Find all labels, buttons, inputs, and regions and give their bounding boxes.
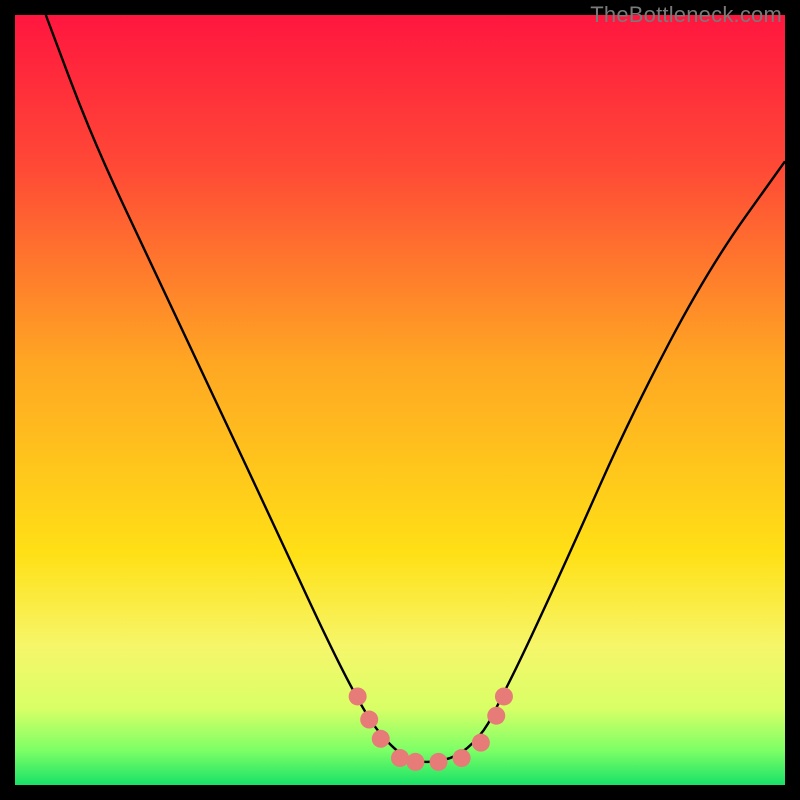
marker-point: [391, 749, 409, 767]
marker-point: [487, 707, 505, 725]
marker-point: [430, 753, 448, 771]
marker-point: [360, 711, 378, 729]
bottleneck-chart: [15, 15, 785, 785]
chart-frame: [15, 15, 785, 785]
marker-point: [472, 734, 490, 752]
marker-point: [372, 730, 390, 748]
marker-point: [349, 687, 367, 705]
gradient-background: [15, 15, 785, 785]
marker-point: [453, 749, 471, 767]
watermark-text: TheBottleneck.com: [590, 2, 782, 28]
marker-point: [495, 687, 513, 705]
marker-point: [406, 753, 424, 771]
